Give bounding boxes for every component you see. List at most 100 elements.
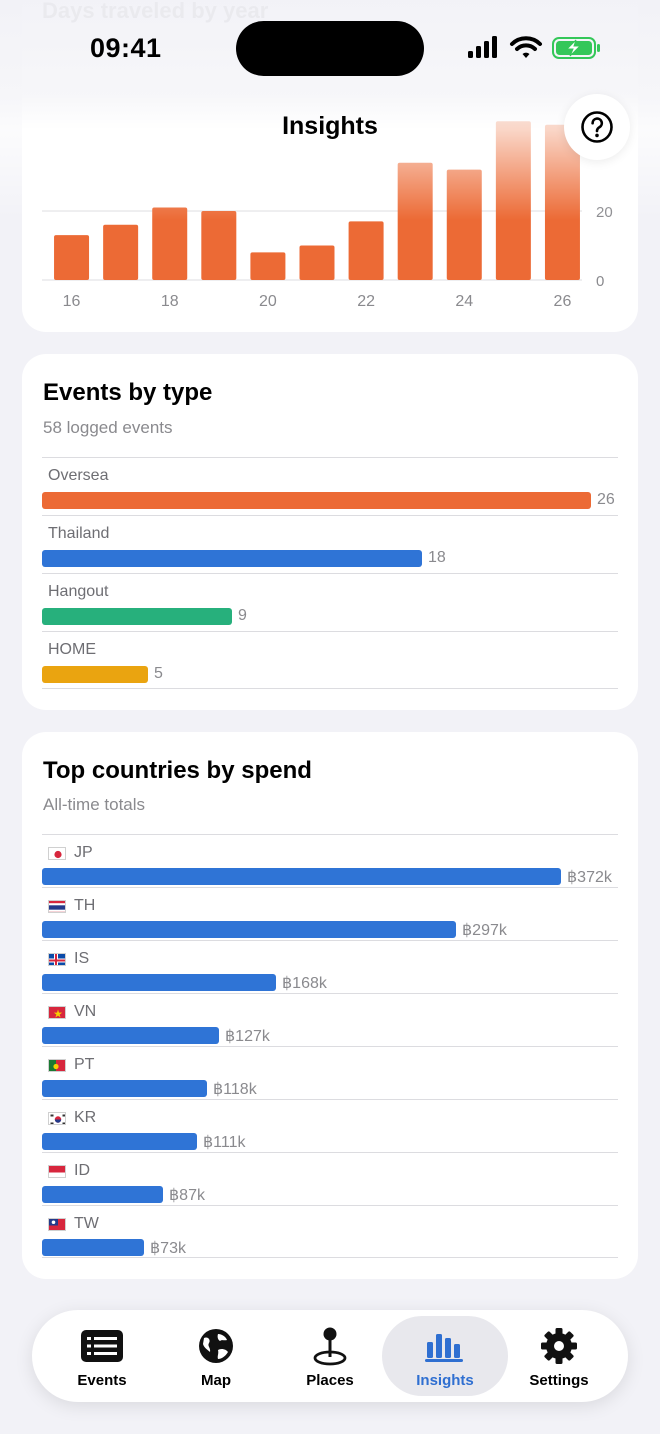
tab-events[interactable]: Events [44,1316,160,1396]
bar-row: ID ฿87k [42,1152,618,1205]
tab-bar: Events Map Places Insights Settings [32,1310,628,1402]
chart-icon [425,1334,463,1362]
value-bar [42,1239,144,1256]
y-tick-label: 0 [596,273,604,290]
bar-value-label: ฿168k [282,975,327,992]
flag-kr-icon [49,1112,65,1124]
tab-map[interactable]: Map [158,1316,274,1396]
bar-16 [54,235,90,280]
row-label: PT [48,1056,94,1074]
flag-is-icon [49,953,65,965]
value-bar [42,492,591,509]
country-code: KR [74,1109,97,1126]
bar-row: KR ฿111k [42,1099,618,1152]
row-label: JP [48,844,93,862]
bar-21 [299,245,335,280]
row-label: Hangout [48,583,109,600]
help-button[interactable] [564,94,630,160]
flag-icon [48,1111,66,1125]
bar-row: Hangout 9 [42,573,618,631]
wifi-icon [510,36,542,58]
tab-settings-label: Settings [529,1372,589,1389]
tab-insights[interactable]: Insights [382,1316,508,1396]
bar-row: TW ฿73k [42,1205,618,1258]
tab-map-label: Map [201,1372,231,1389]
tab-settings[interactable]: Settings [501,1316,617,1396]
x-tick-label: 20 [259,293,277,310]
bar-row: HOME 5 [42,631,618,689]
country-code: VN [74,1003,97,1020]
flag-pt-icon [49,1059,65,1071]
x-tick-label: 26 [554,293,572,310]
bar-value-label: ฿297k [462,922,507,939]
bar-row: TH ฿297k [42,887,618,940]
flag-icon [48,1058,66,1072]
bar-row: Oversea 26 [42,457,618,515]
value-bar [42,1080,207,1097]
bar-24 [446,169,482,280]
status-time: 09:41 [90,33,162,63]
bar-row: IS ฿168k [42,940,618,993]
gear-icon [541,1328,577,1364]
bar-row: Thailand 18 [42,515,618,573]
flag-icon [48,899,66,913]
list-icon [81,1330,123,1362]
bar-row: JP ฿372k [42,834,618,887]
flag-icon [48,846,66,860]
flag-id-icon [49,1165,65,1177]
flag-icon [48,1164,66,1178]
row-label: Oversea [48,467,109,484]
bar-20 [250,252,286,280]
country-code: TW [74,1215,99,1232]
row-label: ID [48,1162,90,1180]
y-tick-label: 20 [596,204,613,221]
bar-value-label: ฿111k [203,1134,246,1151]
flag-jp-icon [49,847,65,859]
country-code: TH [74,897,96,914]
dynamic-island [236,21,424,76]
bar-18 [152,207,188,280]
value-bar [42,1027,219,1044]
value-bar [42,921,456,938]
x-tick-label: 22 [357,293,375,310]
value-bar [42,666,148,683]
row-label: TW [48,1215,99,1233]
bar-value-label: ฿73k [150,1240,186,1257]
top-countries-list: JP ฿372k TH ฿297k IS ฿168k VN ฿127k PT ฿118k KR ฿11… [42,834,618,1258]
pin-icon [313,1327,347,1366]
cellular-signal-icon [468,36,497,58]
bar-23 [397,162,433,280]
country-code: JP [74,844,93,861]
events-by-type-subtitle: 58 logged events [43,418,173,437]
value-bar [42,608,232,625]
x-tick-label: 16 [63,293,81,310]
row-label: KR [48,1109,96,1127]
top-countries-subtitle: All-time totals [43,795,146,814]
flag-icon [48,952,66,966]
row-label: VN [48,1003,96,1021]
row-label: Thailand [48,525,110,542]
flag-tw-icon [49,1218,65,1230]
tab-places-label: Places [306,1372,354,1389]
country-code: ID [74,1162,90,1179]
events-by-type-card: Events by type 58 logged events Oversea 2… [22,354,638,710]
tab-insights-label: Insights [416,1372,474,1389]
tab-places[interactable]: Places [272,1316,388,1396]
bar-row: VN ฿127k [42,993,618,1046]
flag-icon [48,1005,66,1019]
page-title: Insights [282,112,378,140]
row-label: TH [48,897,95,915]
country-code: PT [74,1056,95,1073]
flag-icon [48,1217,66,1231]
x-tick-label: 24 [455,293,473,310]
row-label: HOME [48,641,96,658]
country-code: IS [74,950,90,967]
top-countries-card: Top countries by spend All-time totals J… [22,732,638,1279]
battery-charging-icon [552,37,600,59]
bar-value-label: ฿118k [213,1081,257,1098]
events-by-type-title: Events by type [43,379,213,406]
tab-events-label: Events [77,1372,127,1389]
value-bar [42,550,422,567]
question-circle-icon [581,111,613,143]
globe-icon [199,1329,233,1363]
